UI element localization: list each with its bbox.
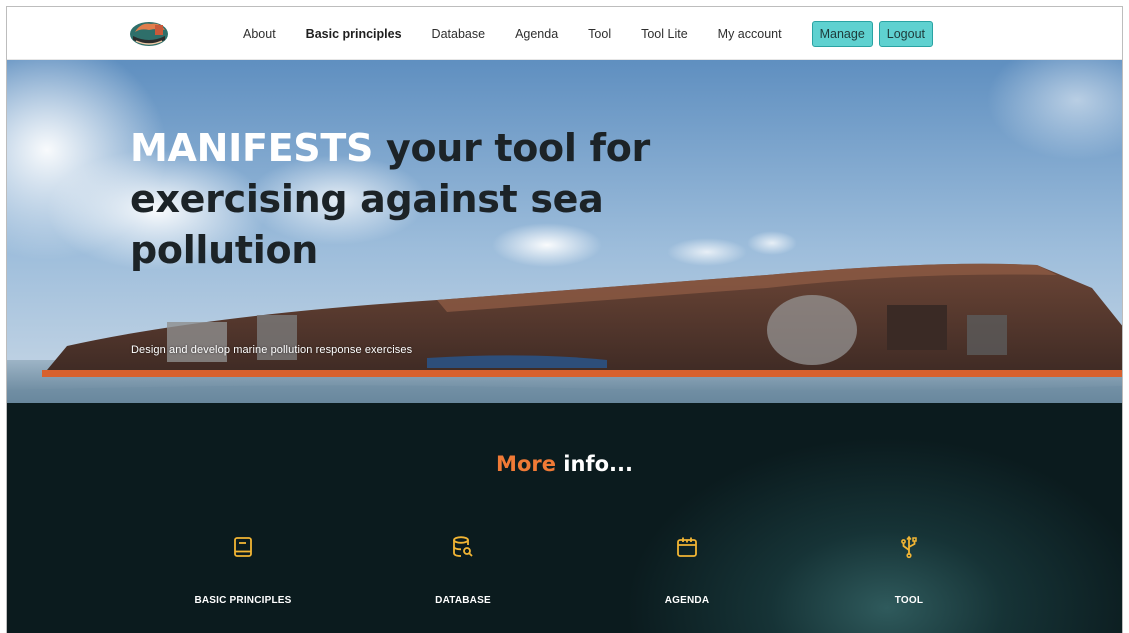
nav-agenda[interactable]: Agenda	[515, 27, 558, 41]
hero-subtitle: Design and develop marine pollution resp…	[131, 344, 413, 356]
hero-title: MANIFESTS your tool for exercising again…	[130, 123, 650, 276]
calendar-icon	[677, 537, 697, 557]
card-database[interactable]: DATABASE	[383, 535, 543, 606]
nav-tool-lite[interactable]: Tool Lite	[641, 27, 688, 41]
nav-my-account[interactable]: My account	[718, 27, 782, 41]
more-info-section: More info... BASIC PRINCIPLES DATABASE A…	[7, 403, 1122, 633]
database-search-icon	[453, 536, 473, 557]
card-label-agenda: AGENDA	[664, 595, 710, 606]
usb-icon	[901, 535, 917, 559]
more-info-title-rest: info...	[555, 452, 633, 476]
hero-banner: MANIFESTS your tool for exercising again…	[7, 60, 1122, 403]
more-info-title: More info...	[7, 452, 1122, 476]
nav-database[interactable]: Database	[432, 27, 486, 41]
nav-about[interactable]: About	[243, 27, 276, 41]
card-label-tool: TOOL	[894, 595, 924, 606]
book-icon	[234, 537, 252, 557]
manage-button[interactable]: Manage	[811, 20, 873, 47]
hero-title-brand: MANIFESTS	[130, 126, 374, 170]
manifests-logo[interactable]	[127, 16, 171, 48]
more-info-title-highlight: More	[496, 452, 556, 476]
logout-button[interactable]: Logout	[878, 20, 934, 47]
card-tool[interactable]: TOOL	[829, 535, 989, 606]
card-label-basic-principles: BASIC PRINCIPLES	[194, 595, 292, 606]
nav-links: About Basic principles Database Agenda T…	[243, 7, 939, 60]
nav-tool[interactable]: Tool	[588, 27, 611, 41]
card-label-database: DATABASE	[435, 595, 491, 606]
card-basic-principles[interactable]: BASIC PRINCIPLES	[163, 535, 323, 606]
nav-basic-principles[interactable]: Basic principles	[306, 27, 402, 41]
card-agenda[interactable]: AGENDA	[607, 535, 767, 606]
top-navbar: About Basic principles Database Agenda T…	[7, 7, 1122, 60]
page-frame: About Basic principles Database Agenda T…	[6, 6, 1123, 633]
